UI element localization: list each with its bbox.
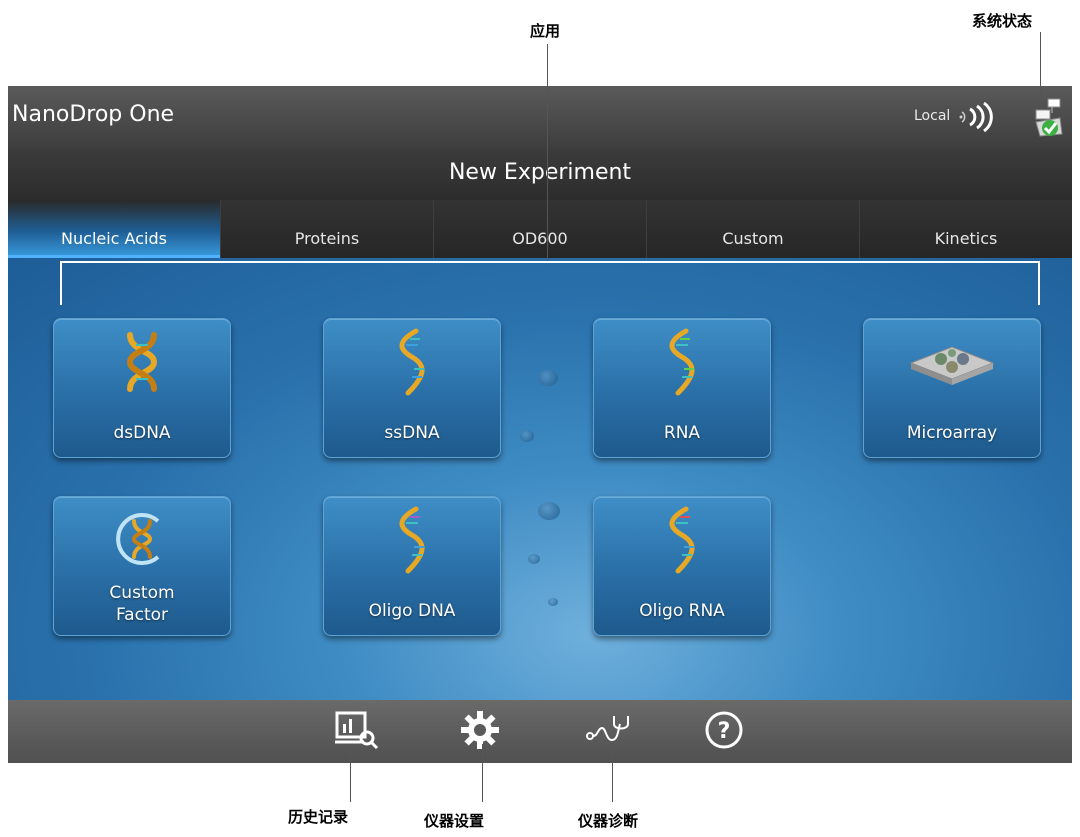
annotation-system-status: 系统状态 bbox=[972, 12, 1033, 30]
app-oligo-rna-button[interactable]: Oligo RNA bbox=[593, 496, 771, 636]
app-microarray-button[interactable]: Microarray bbox=[863, 318, 1041, 458]
page-title: New Experiment bbox=[448, 160, 632, 185]
callout-line-settings bbox=[482, 744, 483, 802]
wireless-signal-icon bbox=[959, 102, 993, 132]
connection-label: Local bbox=[914, 108, 951, 124]
system-status-icon[interactable] bbox=[1032, 98, 1066, 138]
background-droplet bbox=[538, 370, 558, 386]
app-dsdna-button[interactable]: dsDNA bbox=[53, 318, 231, 458]
app-custom-factor-button[interactable]: Custom Factor bbox=[53, 496, 231, 636]
app-label: Microarray bbox=[906, 423, 998, 443]
app-title: NanoDrop One bbox=[12, 102, 175, 127]
microarray-slide-icon bbox=[909, 346, 995, 385]
oligo-rna-icon bbox=[669, 506, 695, 574]
history-chart-search-icon[interactable] bbox=[334, 710, 380, 752]
help-question-icon[interactable]: ? bbox=[704, 710, 744, 750]
callout-line-system-status bbox=[1040, 32, 1041, 96]
header-bar: New Experiment bbox=[8, 148, 1072, 200]
app-ssdna-button[interactable]: ssDNA bbox=[323, 318, 501, 458]
tab-bar: Nucleic Acids Proteins OD600 Custom Kine… bbox=[8, 200, 1072, 258]
stethoscope-icon[interactable] bbox=[584, 710, 636, 750]
background-droplet bbox=[528, 554, 540, 564]
svg-text:?: ? bbox=[718, 719, 731, 744]
callout-line-history bbox=[350, 744, 351, 802]
bottom-toolbar: ? bbox=[8, 700, 1072, 763]
applications-panel: dsDNA ssDNA RNA Microarray Custom Factor… bbox=[8, 258, 1072, 700]
tab-nucleic-acids[interactable]: Nucleic Acids bbox=[8, 200, 220, 258]
background-droplet bbox=[520, 430, 534, 442]
dna-double-helix-icon bbox=[126, 332, 158, 392]
tab-custom[interactable]: Custom bbox=[646, 200, 859, 258]
oligo-dna-icon bbox=[399, 506, 425, 574]
annotation-history: 历史记录 bbox=[288, 808, 349, 826]
gear-icon[interactable] bbox=[460, 710, 500, 750]
annotation-instrument-settings: 仪器设置 bbox=[424, 812, 485, 830]
app-label: RNA bbox=[663, 423, 701, 443]
background-droplet bbox=[548, 598, 558, 606]
app-label: ssDNA bbox=[384, 423, 440, 443]
app-label-line2: Factor bbox=[115, 605, 169, 625]
tab-proteins[interactable]: Proteins bbox=[220, 200, 433, 258]
app-label: Custom bbox=[109, 583, 175, 603]
applications-bracket bbox=[60, 261, 1040, 305]
app-label: Oligo DNA bbox=[368, 601, 456, 621]
custom-factor-icon bbox=[116, 513, 160, 565]
annotation-applications: 应用 bbox=[530, 22, 561, 40]
tab-kinetics[interactable]: Kinetics bbox=[859, 200, 1072, 258]
tab-od600[interactable]: OD600 bbox=[433, 200, 646, 258]
app-oligo-dna-button[interactable]: Oligo DNA bbox=[323, 496, 501, 636]
app-label: dsDNA bbox=[113, 423, 171, 443]
annotation-instrument-diagnostics: 仪器诊断 bbox=[578, 812, 639, 830]
device-screen: NanoDrop One Local New Experiment Nuclei… bbox=[8, 86, 1072, 763]
dna-helix-icon bbox=[399, 328, 425, 396]
app-label: Oligo RNA bbox=[639, 601, 725, 621]
title-bar: NanoDrop One Local bbox=[8, 86, 1072, 148]
callout-line-applications bbox=[547, 44, 548, 262]
app-rna-button[interactable]: RNA bbox=[593, 318, 771, 458]
rna-helix-icon bbox=[669, 328, 695, 396]
background-droplet bbox=[538, 502, 560, 520]
callout-line-diagnostics bbox=[612, 744, 613, 802]
